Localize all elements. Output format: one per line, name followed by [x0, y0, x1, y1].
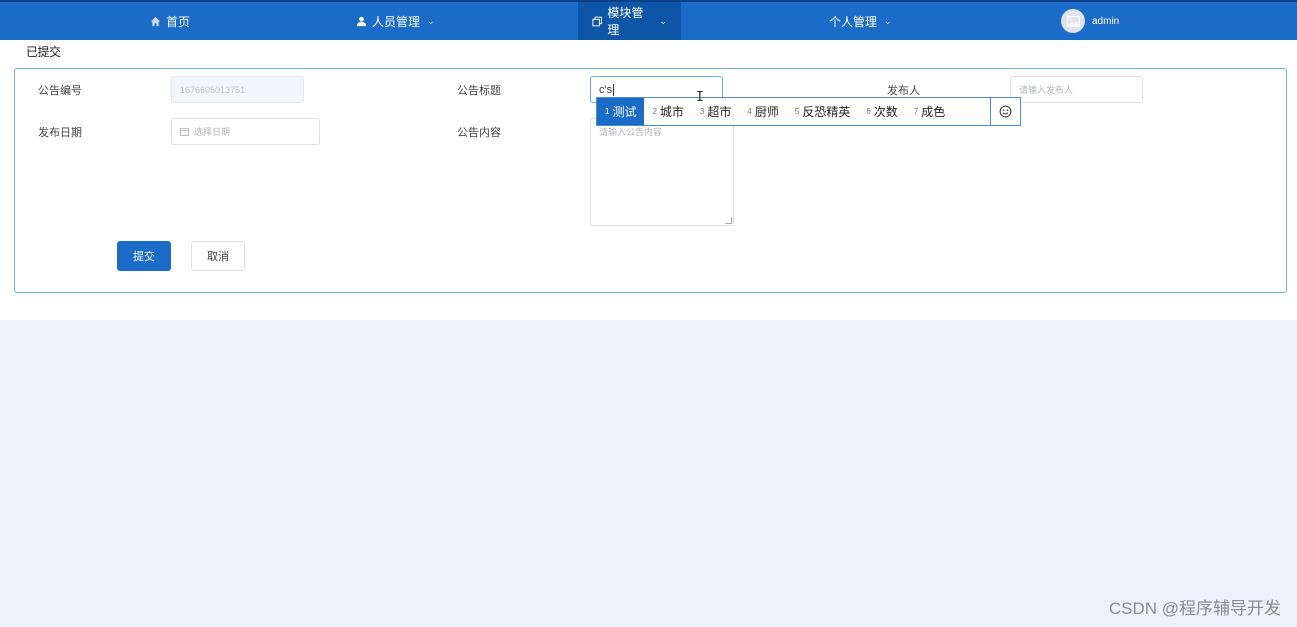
ime-candidate-text: 次数: [873, 105, 898, 119]
content-label: 公告内容: [457, 127, 501, 139]
ime-candidate[interactable]: 5 反恐精英: [787, 98, 858, 125]
top-nav: 首页 人员管理 ⌄ 模块管理 ⌄ 个人管理 ⌄ admin: [0, 0, 1297, 40]
calendar-icon: [180, 127, 189, 136]
nav-home[interactable]: 首页: [150, 2, 190, 40]
notice-no-input: 1676605013751: [171, 76, 304, 103]
nav-personal-label: 个人管理: [829, 14, 878, 29]
nav-staff[interactable]: 人员管理 ⌄: [356, 2, 435, 40]
avatar: [1061, 9, 1085, 33]
notice-title-label: 公告标题: [457, 85, 501, 97]
watermark: CSDN @程序辅导开发: [1108, 599, 1281, 618]
ime-candidate[interactable]: 1 测试: [597, 98, 645, 125]
chevron-down-icon: ⌄: [884, 15, 892, 26]
ime-candidate[interactable]: 6 次数: [858, 98, 905, 125]
ime-candidate-num: 3: [699, 107, 705, 116]
home-icon: [150, 16, 161, 26]
nav-modules[interactable]: 模块管理 ⌄: [578, 2, 681, 40]
text-cursor-icon: I: [696, 90, 704, 105]
submit-button[interactable]: 提交: [117, 241, 171, 271]
nav-personal[interactable]: 个人管理 ⌄: [829, 2, 892, 40]
image-icon: [1066, 15, 1080, 27]
ime-candidate[interactable]: 7 成色: [906, 98, 953, 125]
ime-candidate-text: 厨师: [754, 105, 779, 119]
publish-date-label: 发布日期: [38, 127, 82, 139]
chevron-down-icon: ⌄: [427, 15, 435, 26]
resize-handle-icon[interactable]: [725, 217, 732, 224]
ime-candidate-text: 反恐精英: [802, 105, 851, 119]
text-caret: [613, 83, 615, 96]
ime-candidate-num: 6: [866, 107, 871, 116]
ime-candidate-text: 成色: [921, 105, 946, 119]
publisher-input[interactable]: 请输入发布人: [1010, 76, 1143, 103]
nav-home-label: 首页: [166, 14, 191, 29]
ime-candidate-text: 超市: [707, 105, 732, 119]
user-icon: [356, 16, 367, 26]
ime-candidate-text: 测试: [612, 105, 637, 119]
notice-title-value: c's: [599, 83, 613, 96]
copy-icon: [592, 16, 602, 26]
nav-modules-label: 模块管理: [607, 6, 644, 37]
ime-candidate-num: 7: [913, 107, 919, 116]
ime-candidate[interactable]: 4 厨师: [739, 98, 786, 125]
page-title: 已提交: [26, 45, 61, 59]
notice-no-label: 公告编号: [38, 85, 82, 97]
content-placeholder: 请输入公告内容: [599, 127, 663, 137]
ime-candidate[interactable]: 2 城市: [644, 98, 691, 125]
ime-emoji-button[interactable]: [990, 98, 1020, 125]
nav-staff-label: 人员管理: [372, 14, 421, 29]
user-name: admin: [1092, 15, 1120, 27]
ime-candidate-text: 城市: [659, 105, 684, 119]
ime-candidate-num: 4: [747, 107, 752, 116]
smiley-icon: [999, 105, 1012, 118]
content-textarea[interactable]: 请输入公告内容: [590, 118, 734, 226]
page-content: 已提交 公告编号 1676605013751 公告标题 c's 发布人 请输入发…: [0, 40, 1297, 320]
publisher-label: 发布人: [887, 85, 920, 97]
ime-candidate-num: 1: [605, 107, 610, 116]
publish-date-placeholder: 选择日期: [194, 127, 231, 137]
ime-candidate-num: 2: [652, 107, 657, 116]
ime-candidate-num: 5: [794, 107, 800, 116]
cancel-button[interactable]: 取消: [191, 241, 245, 271]
publish-date-picker[interactable]: 选择日期: [171, 118, 320, 145]
chevron-down-icon: ⌄: [659, 15, 667, 26]
nav-user[interactable]: admin: [1061, 2, 1119, 40]
ime-candidate-bar: 1 测试 2 城市 3 超市 4 厨师 5 反恐精英 6 次数 7 成色: [596, 97, 1021, 126]
